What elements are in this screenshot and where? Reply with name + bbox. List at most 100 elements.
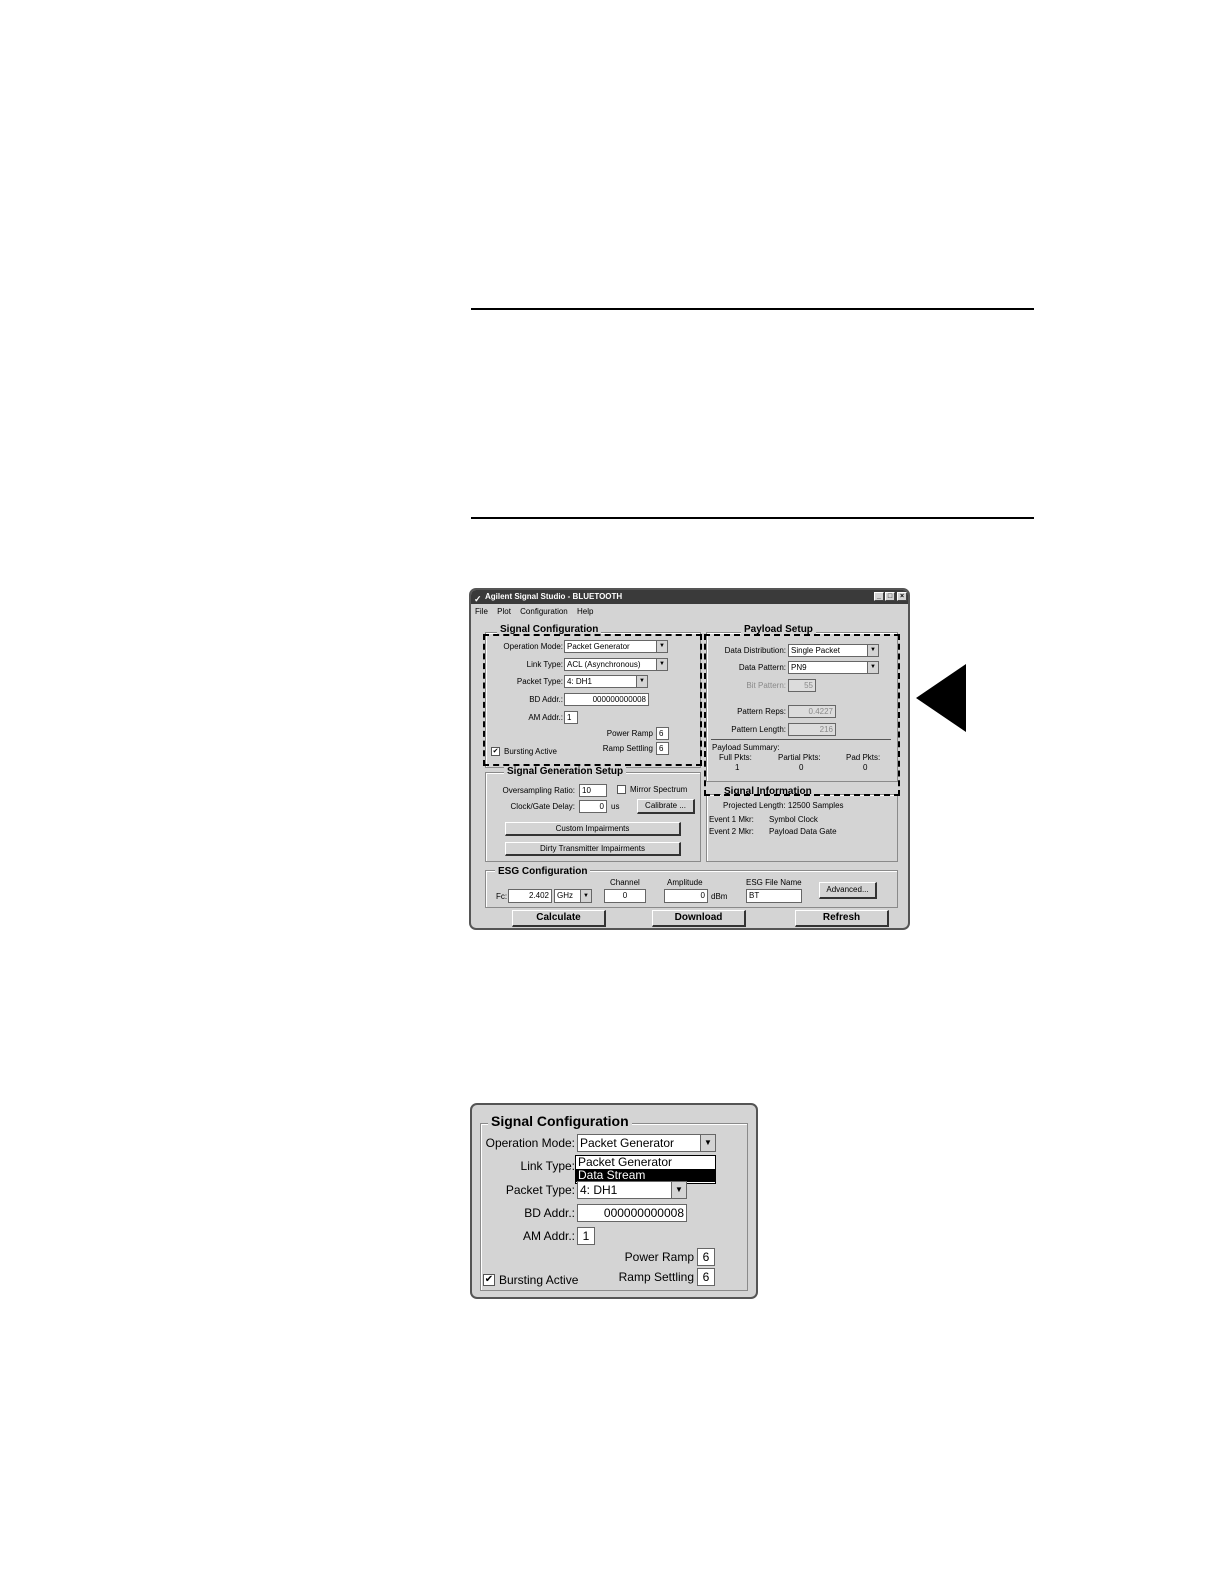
clock-gate-delay-input[interactable]: 0 bbox=[579, 800, 607, 813]
oversampling-input[interactable]: 10 bbox=[579, 784, 607, 797]
esg-file-name-label: ESG File Name bbox=[746, 878, 802, 887]
payload-divider bbox=[711, 739, 891, 740]
event2-label: Event 2 Mkr: bbox=[709, 827, 754, 836]
zoom-bursting-active-label: Bursting Active bbox=[499, 1273, 579, 1287]
event1-label: Event 1 Mkr: bbox=[709, 815, 754, 824]
checkmark-icon: ✔ bbox=[492, 748, 499, 755]
chevron-down-icon: ▼ bbox=[656, 659, 667, 670]
custom-impairments-button[interactable]: Custom Impairments bbox=[505, 822, 681, 836]
full-pkts-value: 1 bbox=[735, 763, 740, 772]
esg-file-name-input[interactable]: BT bbox=[746, 889, 802, 903]
chevron-down-icon: ▼ bbox=[656, 641, 667, 652]
zoom-operation-mode-select[interactable]: Packet Generator ▼ bbox=[577, 1134, 716, 1152]
dirty-transmitter-button[interactable]: Dirty Transmitter Impairments bbox=[505, 842, 681, 856]
operation-mode-dropdown: Packet Generator Data Stream bbox=[575, 1155, 716, 1184]
bit-pattern-input: 55 bbox=[788, 679, 816, 692]
zoom-ramp-settling-label: Ramp Settling bbox=[618, 1270, 694, 1284]
signal-info-title: Signal Information bbox=[721, 786, 815, 798]
zoom-am-addr-label: AM Addr.: bbox=[522, 1229, 575, 1243]
advanced-button[interactable]: Advanced... bbox=[819, 882, 877, 899]
zoom-bd-addr-input[interactable]: 000000000008 bbox=[577, 1204, 687, 1222]
maximize-button[interactable]: □ bbox=[885, 592, 895, 601]
clock-gate-delay-unit: us bbox=[611, 802, 620, 811]
chevron-down-icon: ▼ bbox=[867, 662, 878, 673]
calibrate-button[interactable]: Calibrate ... bbox=[637, 799, 695, 814]
pattern-length-input: 216 bbox=[788, 723, 836, 736]
operation-mode-select[interactable]: Packet Generator ▼ bbox=[564, 640, 668, 653]
channel-label: Channel bbox=[610, 878, 640, 887]
zoom-link-type-label: Link Type: bbox=[520, 1159, 575, 1173]
menu-configuration[interactable]: Configuration bbox=[520, 607, 568, 616]
data-pattern-select[interactable]: PN9 ▼ bbox=[788, 661, 879, 674]
link-type-label: Link Type: bbox=[526, 660, 563, 669]
download-button[interactable]: Download bbox=[652, 910, 746, 927]
data-distribution-select[interactable]: Single Packet ▼ bbox=[788, 644, 879, 657]
title-bar: ✓ Agilent Signal Studio - BLUETOOTH _ □ … bbox=[471, 590, 908, 604]
zoom-am-addr-input[interactable]: 1 bbox=[577, 1227, 595, 1245]
minimize-button[interactable]: _ bbox=[874, 592, 884, 601]
bit-pattern-label: Bit Pattern: bbox=[746, 681, 786, 690]
clock-gate-delay-label: Clock/Gate Delay: bbox=[510, 802, 575, 811]
projected-length-text: Projected Length: 12500 Samples bbox=[723, 801, 844, 810]
zoom-bursting-active-checkbox[interactable]: ✔ bbox=[483, 1274, 495, 1286]
signal-config-title: Signal Configuration bbox=[497, 624, 602, 636]
window-title: Agilent Signal Studio - BLUETOOTH bbox=[485, 592, 623, 601]
zoom-power-ramp-input[interactable]: 6 bbox=[697, 1248, 715, 1266]
fc-unit-select[interactable]: GHz ▼ bbox=[554, 889, 592, 903]
zoom-ramp-settling-input[interactable]: 6 bbox=[697, 1268, 715, 1286]
chevron-down-icon: ▼ bbox=[636, 676, 647, 687]
zoom-operation-mode-label: Operation Mode: bbox=[485, 1136, 575, 1150]
pad-pkts-label: Pad Pkts: bbox=[846, 753, 881, 762]
full-pkts-label: Full Pkts: bbox=[719, 753, 752, 762]
power-ramp-input[interactable]: 6 bbox=[656, 727, 669, 740]
zoom-signal-config-title: Signal Configuration bbox=[488, 1113, 632, 1130]
chevron-down-icon: ▼ bbox=[700, 1135, 715, 1151]
bursting-active-checkbox[interactable]: ✔ bbox=[491, 747, 500, 756]
app-icon: ✓ bbox=[474, 594, 482, 604]
amplitude-unit: dBm bbox=[711, 892, 728, 901]
link-type-select[interactable]: ACL (Asynchronous) ▼ bbox=[564, 658, 668, 671]
refresh-button[interactable]: Refresh bbox=[795, 910, 889, 927]
fc-input[interactable]: 2.402 bbox=[508, 889, 552, 903]
ramp-settling-input[interactable]: 6 bbox=[656, 742, 669, 755]
zoom-packet-type-label: Packet Type: bbox=[505, 1183, 575, 1197]
channel-input[interactable]: 0 bbox=[604, 889, 646, 903]
data-distribution-label: Data Distribution: bbox=[724, 646, 786, 655]
bd-addr-label: BD Addr.: bbox=[529, 695, 563, 704]
bd-addr-input[interactable]: 000000000008 bbox=[564, 693, 649, 706]
payload-summary-label: Payload Summary: bbox=[712, 743, 780, 752]
top-rule bbox=[471, 308, 1034, 310]
zoom-packet-type-select[interactable]: 4: DH1 ▼ bbox=[577, 1181, 687, 1199]
chevron-down-icon: ▼ bbox=[580, 890, 591, 902]
esg-config-title: ESG Configuration bbox=[495, 866, 591, 878]
packet-type-select[interactable]: 4: DH1 ▼ bbox=[564, 675, 648, 688]
menu-plot[interactable]: Plot bbox=[497, 607, 511, 616]
am-addr-input[interactable]: 1 bbox=[564, 711, 578, 724]
ramp-settling-label: Ramp Settling bbox=[602, 744, 653, 753]
partial-pkts-value: 0 bbox=[799, 763, 804, 772]
calculate-button[interactable]: Calculate bbox=[512, 910, 606, 927]
close-button[interactable]: × bbox=[897, 592, 907, 601]
oversampling-label: Oversampling Ratio: bbox=[502, 786, 575, 795]
mirror-spectrum-label: Mirror Spectrum bbox=[630, 785, 688, 794]
operation-mode-label: Operation Mode: bbox=[503, 642, 563, 651]
amplitude-input[interactable]: 0 bbox=[664, 889, 708, 903]
pattern-length-label: Pattern Length: bbox=[731, 725, 786, 734]
menu-bar: File Plot Configuration Help bbox=[475, 606, 600, 618]
bursting-active-label: Bursting Active bbox=[504, 747, 557, 756]
chevron-down-icon: ▼ bbox=[867, 645, 878, 656]
pointer-arrow-icon bbox=[916, 664, 966, 732]
event2-value: Payload Data Gate bbox=[769, 827, 837, 836]
signal-studio-window: ✓ Agilent Signal Studio - BLUETOOTH _ □ … bbox=[469, 588, 910, 930]
menu-file[interactable]: File bbox=[475, 607, 488, 616]
bottom-rule bbox=[471, 517, 1034, 519]
packet-type-label: Packet Type: bbox=[516, 677, 563, 686]
amplitude-label: Amplitude bbox=[667, 878, 703, 887]
power-ramp-label: Power Ramp bbox=[606, 729, 653, 738]
signal-config-zoom-panel: Signal Configuration Operation Mode: Pac… bbox=[470, 1103, 758, 1299]
zoom-bd-addr-label: BD Addr.: bbox=[524, 1206, 575, 1220]
menu-help[interactable]: Help bbox=[577, 607, 593, 616]
fc-label: Fc: bbox=[496, 892, 508, 901]
zoom-power-ramp-label: Power Ramp bbox=[624, 1250, 694, 1264]
mirror-spectrum-checkbox[interactable] bbox=[617, 785, 626, 794]
